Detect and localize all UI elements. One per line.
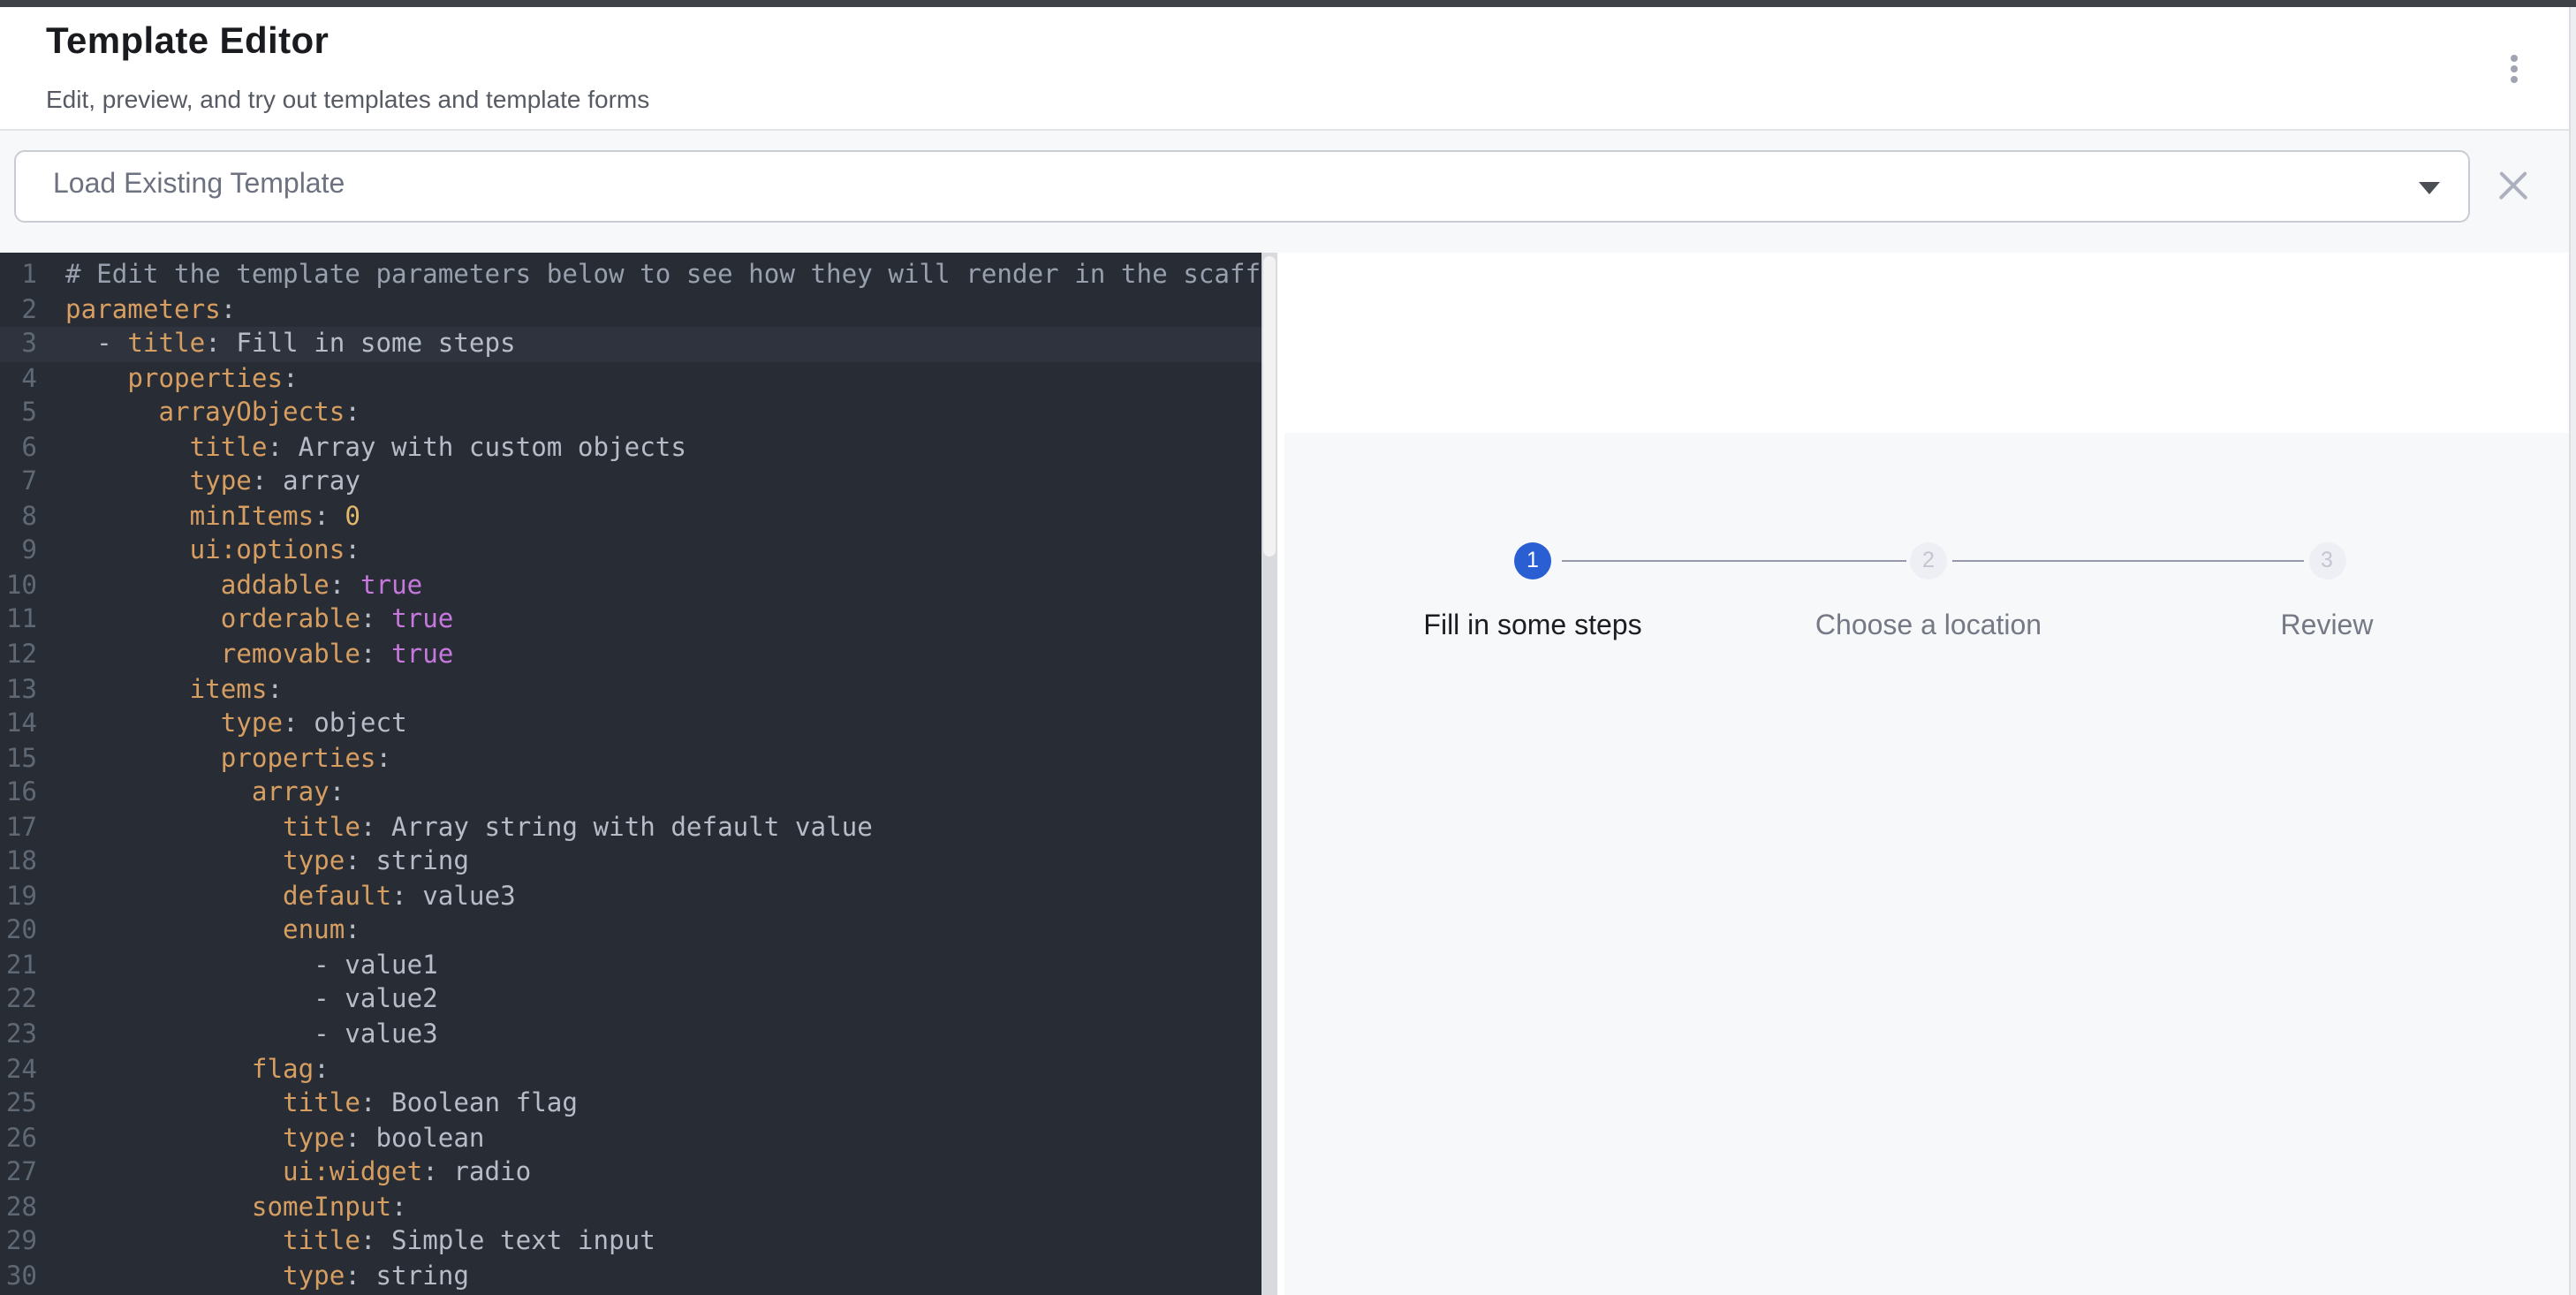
window-top-bar (0, 0, 2576, 7)
code-line: 6 title: Array with custom objects (0, 430, 1261, 465)
code-line: 15 properties: (0, 741, 1261, 776)
code-line: 1# Edit the template parameters below to… (0, 258, 1261, 292)
code-line: 14 type: object (0, 707, 1261, 741)
load-template-band: Load Existing Template (0, 130, 2576, 252)
code-line: 19 default: value3 (0, 880, 1261, 914)
step-circle-3[interactable]: 3 (2308, 541, 2345, 579)
page-subtitle: Edit, preview, and try out templates and… (46, 85, 649, 113)
stepper-connector (1562, 559, 1906, 562)
step-circle-1[interactable]: 1 (1514, 541, 1551, 579)
code-line: 10 addable: true (0, 569, 1261, 603)
code-line: 5 arrayObjects: (0, 396, 1261, 430)
code-line: 18 type: string (0, 845, 1261, 880)
code-line: 8 minItems: 0 (0, 500, 1261, 534)
editor-scrollbar[interactable] (1261, 252, 1277, 1295)
code-line: 27 ui:widget: radio (0, 1155, 1261, 1190)
code-line: 11 orderable: true (0, 603, 1261, 638)
code-line: 20 enum: (0, 914, 1261, 949)
editor-scrollbar-thumb[interactable] (1262, 255, 1276, 556)
page-header: Template Editor Edit, preview, and try o… (0, 7, 2576, 129)
code-line: 2parameters: (0, 292, 1261, 327)
stepper: 1 2 3 Fill in some steps Choose a locati… (1284, 252, 2569, 433)
dropdown-caret-icon (2419, 181, 2440, 193)
code-line: 29 title: Simple text input (0, 1225, 1261, 1260)
step-label-fill-in-some-steps[interactable]: Fill in some steps (1423, 610, 1641, 642)
page-title: Template Editor (46, 21, 329, 64)
load-template-placeholder: Load Existing Template (53, 169, 345, 201)
preview-panel: 1 2 3 Fill in some steps Choose a locati… (1284, 252, 2569, 1295)
step-circle-2[interactable]: 2 (1910, 541, 1947, 579)
code-line: 22 - value2 (0, 983, 1261, 1018)
code-line: 21 - value1 (0, 949, 1261, 983)
code-line: 30 type: string (0, 1260, 1261, 1294)
code-line: 25 title: Boolean flag (0, 1087, 1261, 1121)
load-existing-template-select[interactable]: Load Existing Template (14, 149, 2470, 222)
code-line: 28 someInput: (0, 1191, 1261, 1225)
code-line: 23 - value3 (0, 1018, 1261, 1052)
page-scrollbar[interactable] (2569, 0, 2576, 1295)
kebab-menu-icon[interactable] (2493, 49, 2535, 95)
template-editor-app: Template Editor Edit, preview, and try o… (0, 0, 2576, 1295)
code-line: 4 properties: (0, 361, 1261, 396)
code-line: 17 title: Array string with default valu… (0, 811, 1261, 845)
step-label-review[interactable]: Review (2281, 610, 2374, 642)
stepper-connector (1952, 559, 2304, 562)
code-line: 12 removable: true (0, 638, 1261, 672)
code-line: 7 type: array (0, 466, 1261, 500)
code-line: 3 - title: Fill in some steps (0, 327, 1261, 361)
code-line: 16 array: (0, 776, 1261, 810)
code-line: 13 items: (0, 672, 1261, 707)
yaml-code-editor[interactable]: 1# Edit the template parameters below to… (0, 252, 1261, 1295)
step-label-choose-a-location[interactable]: Choose a location (1815, 610, 2042, 642)
code-lines: 1# Edit the template parameters below to… (0, 258, 1261, 1294)
code-line: 24 flag: (0, 1052, 1261, 1087)
clear-icon[interactable] (2496, 167, 2532, 202)
code-line: 9 ui:options: (0, 534, 1261, 569)
code-line: 26 type: boolean (0, 1121, 1261, 1155)
